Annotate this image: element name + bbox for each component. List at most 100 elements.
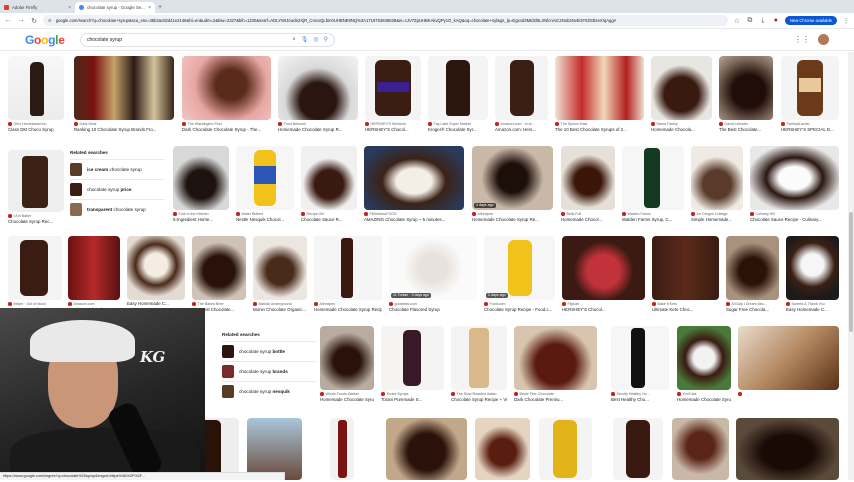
image-result[interactable]: HERSHEY'S Kitchens HERSHEY'S Chocol... bbox=[365, 56, 421, 132]
result-image[interactable] bbox=[278, 56, 358, 120]
image-result[interactable]: Food Network Homemade Chocolate Syrup R.… bbox=[278, 56, 358, 132]
result-image[interactable] bbox=[786, 236, 839, 300]
result-image[interactable] bbox=[8, 150, 64, 212]
result-image[interactable] bbox=[365, 56, 421, 120]
image-result[interactable]: Amazon.com · In st... Amazon.com: Hers..… bbox=[495, 56, 548, 132]
image-result[interactable] bbox=[330, 418, 354, 480]
result-image[interactable] bbox=[475, 418, 530, 480]
image-result[interactable]: Amazon.com Hershey's Chocolate... bbox=[68, 236, 120, 312]
image-result[interactable] bbox=[539, 418, 592, 480]
image-result[interactable]: Ohio Homestead Inc. Class DM Choco Syrup bbox=[8, 56, 64, 132]
result-image[interactable] bbox=[173, 146, 229, 210]
image-result[interactable]: Easy Homemade C... bbox=[127, 236, 185, 306]
result-image[interactable] bbox=[253, 236, 307, 300]
result-image[interactable] bbox=[364, 146, 464, 210]
tab-adobe-firefly[interactable]: Adobe Firefly × bbox=[0, 2, 75, 13]
image-result[interactable] bbox=[386, 418, 467, 480]
image-result[interactable] bbox=[475, 418, 530, 480]
image-result[interactable]: The Washington Post Dark Chocolate Choco… bbox=[182, 56, 271, 132]
image-result[interactable]: The Spruce Eats The 10 Best Chocolate Sy… bbox=[555, 56, 644, 132]
search-icon[interactable]: ⚲ bbox=[324, 36, 328, 43]
related-search-bottle[interactable]: chocolate syrup bottle bbox=[222, 341, 317, 361]
result-image[interactable] bbox=[127, 236, 185, 300]
image-result[interactable]: Flipkart HERSHEY'S Chocol... bbox=[562, 236, 645, 312]
site-info-icon[interactable]: ⚙ bbox=[48, 18, 52, 23]
image-result[interactable]: Pantry&Larder HERSHEY'S SPECIAL D... bbox=[781, 56, 839, 132]
image-result[interactable]: Recipe Girl Chocolate Sauce R... bbox=[301, 146, 357, 222]
result-image[interactable] bbox=[301, 146, 357, 210]
image-result[interactable] bbox=[613, 418, 663, 480]
result-image[interactable] bbox=[719, 56, 773, 120]
result-image[interactable] bbox=[561, 146, 615, 210]
image-result[interactable]: The Slow Roasted Italian Chocolate Syrup… bbox=[451, 326, 507, 402]
forward-icon[interactable]: → bbox=[17, 17, 25, 24]
image-result[interactable]: All Day I Dream Abo... Sugar Free Chocol… bbox=[726, 236, 779, 312]
result-image[interactable] bbox=[8, 56, 64, 120]
result-image[interactable] bbox=[192, 236, 246, 300]
image-result[interactable]: FitDeliciouFOOD AMAZING Chocolate Syrup … bbox=[364, 146, 464, 222]
image-result[interactable]: Beale Fine Chocolate Dark Chocolate Prem… bbox=[514, 326, 597, 402]
close-icon[interactable]: × bbox=[68, 5, 71, 11]
image-result[interactable]: Culinary Hill Chocolate Sauce Recipe - C… bbox=[750, 146, 839, 222]
new-chrome-available-button[interactable]: New Chrome available bbox=[785, 16, 837, 25]
image-result[interactable]: 2 days ago Food.com Chocolate Syrup Reci… bbox=[484, 236, 555, 312]
result-image[interactable] bbox=[691, 146, 743, 210]
result-image[interactable] bbox=[750, 146, 839, 210]
image-result[interactable]: Meijer · Out of stock HERSHEY'S Choc... bbox=[8, 236, 62, 312]
image-result[interactable] bbox=[247, 418, 302, 480]
back-icon[interactable]: ← bbox=[4, 17, 12, 24]
extensions-icon[interactable]: ⧉ bbox=[746, 17, 754, 25]
result-image[interactable] bbox=[781, 56, 839, 120]
result-image[interactable] bbox=[514, 326, 597, 390]
result-image[interactable] bbox=[613, 418, 663, 480]
result-image[interactable] bbox=[726, 236, 779, 300]
image-result[interactable]: Whole Foods Market Homemade Chocolate Sy… bbox=[320, 326, 374, 402]
image-result[interactable]: Daily Meal Ranking 10 Chocolate Syrup Br… bbox=[74, 56, 174, 132]
result-image[interactable] bbox=[68, 236, 120, 300]
related-search-ice-cream[interactable]: ice cream chocolate syrup bbox=[70, 159, 165, 179]
related-search-transparent[interactable]: transparent chocolate syrup bbox=[70, 199, 165, 219]
image-result[interactable]: Fay Lake Super Market Kroger® Chocolate … bbox=[428, 56, 488, 132]
result-image[interactable] bbox=[314, 236, 382, 300]
result-image[interactable] bbox=[652, 236, 719, 300]
image-result[interactable]: 11 Tonlan · 3 days ago goodeats.com Choc… bbox=[389, 236, 477, 312]
image-result[interactable]: YouTube Homemade Chocolate Syrup - YouTu… bbox=[677, 326, 731, 402]
image-result[interactable]: Allrecipes Homemade Chocolate Syrup Reci… bbox=[314, 236, 382, 312]
download-icon[interactable]: ⤓ bbox=[759, 17, 767, 25]
result-image[interactable] bbox=[495, 56, 548, 120]
image-result[interactable]: Water Butlers Nestle Nesquik Chocol... bbox=[236, 146, 294, 222]
result-image[interactable]: 11 Tonlan · 3 days ago bbox=[389, 236, 477, 300]
page-scrollbar[interactable] bbox=[848, 52, 854, 480]
image-result[interactable]: Sweets & Thank You Easy Homemade C... bbox=[786, 236, 839, 312]
image-result[interactable] bbox=[672, 418, 729, 480]
result-image[interactable] bbox=[611, 326, 669, 390]
close-icon[interactable]: × bbox=[148, 5, 151, 11]
related-search-price[interactable]: chocolate syrup price bbox=[70, 179, 165, 199]
result-image[interactable] bbox=[738, 326, 839, 390]
result-image[interactable] bbox=[182, 56, 271, 120]
image-result[interactable]: Bells Full Homemade Chocol... bbox=[561, 146, 615, 222]
result-image[interactable] bbox=[539, 418, 592, 480]
result-image[interactable]: 4 days ago bbox=[472, 146, 553, 210]
related-search-brands[interactable]: chocolate syrup brands bbox=[222, 361, 317, 381]
scrollbar-thumb[interactable] bbox=[849, 212, 853, 332]
result-image[interactable] bbox=[451, 326, 507, 390]
image-result[interactable]: I Am Baker Chocolate Syrup Rec... bbox=[8, 150, 64, 224]
result-image[interactable] bbox=[555, 56, 644, 120]
result-image[interactable] bbox=[672, 418, 729, 480]
result-image[interactable]: 2 days ago bbox=[484, 236, 555, 300]
result-image[interactable] bbox=[428, 56, 488, 120]
image-result[interactable]: Rama Family Homemade Chocola... bbox=[651, 56, 712, 132]
image-result[interactable]: An Oregon Cottage Simple Homemade... bbox=[691, 146, 743, 222]
microphone-icon[interactable]: 🎙 bbox=[301, 36, 309, 43]
related-search-nesquik[interactable]: chocolate syrup nesquik bbox=[222, 381, 317, 401]
bookmark-star-icon[interactable]: ☆ bbox=[733, 17, 741, 25]
reload-icon[interactable]: ↻ bbox=[30, 17, 38, 25]
new-tab-button[interactable]: + bbox=[155, 2, 165, 13]
image-result[interactable]: Savvily Healthy Ho... Best Healthy Cho..… bbox=[611, 326, 669, 402]
profile-icon[interactable]: ● bbox=[772, 17, 780, 24]
result-image[interactable] bbox=[320, 326, 374, 390]
result-image[interactable] bbox=[74, 56, 174, 120]
result-image[interactable] bbox=[8, 236, 62, 300]
clear-icon[interactable]: × bbox=[292, 37, 296, 43]
